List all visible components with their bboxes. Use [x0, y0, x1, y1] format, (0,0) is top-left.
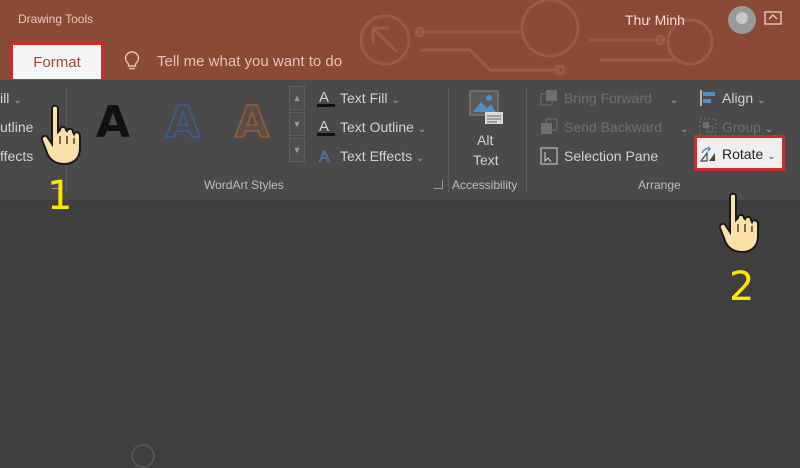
wordart-style-blue-outline[interactable]: A [165, 96, 201, 149]
svg-text:A: A [319, 89, 329, 106]
align-button[interactable]: Align ⌄ [722, 90, 766, 106]
alt-text-button-line1[interactable]: Alt [477, 132, 493, 148]
shape-fill-button[interactable]: ill ⌄ [0, 90, 22, 106]
text-fill-icon: A [317, 89, 335, 107]
lightbulb-icon[interactable] [124, 51, 140, 71]
tell-me-search[interactable]: Tell me what you want to do [157, 53, 342, 70]
align-icon [700, 90, 715, 106]
group-icon [699, 118, 717, 136]
group-divider [448, 88, 449, 192]
wordart-style-black[interactable]: A [96, 97, 130, 148]
text-outline-button[interactable]: Text Outline ⌄ [340, 119, 426, 135]
pointing-hand-icon [40, 104, 81, 166]
group-button[interactable]: Group ⌄ [722, 119, 773, 135]
avatar[interactable] [728, 6, 756, 34]
gallery-down-icon[interactable]: ▼ [289, 112, 305, 136]
text-effects-icon: A [319, 149, 331, 166]
selection-pane-icon [540, 147, 558, 165]
title-bar: Drawing Tools Thư Minh Format Tell me wh… [0, 0, 800, 80]
text-outline-icon: A [317, 118, 335, 136]
canvas-shape [131, 444, 155, 468]
step-number-1: 1 [47, 173, 73, 219]
svg-text:A: A [319, 118, 329, 135]
context-tab-label: Drawing Tools [18, 12, 94, 26]
pointing-hand-icon [718, 192, 759, 254]
wordart-gallery-scroll: ▲ ▼ ▼ [289, 86, 305, 164]
svg-text:A: A [319, 149, 330, 166]
group-divider [526, 88, 527, 192]
shape-effects-button[interactable]: ffects [0, 148, 33, 164]
ribbon-display-options-icon[interactable] [764, 11, 782, 25]
shape-outline-button[interactable]: utline [0, 119, 33, 135]
alt-text-icon [469, 90, 503, 124]
gallery-more-icon[interactable]: ▼ [289, 138, 305, 162]
text-effects-button[interactable]: Text Effects ⌄ [340, 148, 425, 164]
bring-forward-icon [540, 90, 557, 106]
bring-forward-button[interactable]: Bring Forward ⌄ [564, 90, 678, 106]
arrange-group-label: Arrange [638, 178, 681, 192]
selection-pane-button[interactable]: Selection Pane [564, 148, 658, 164]
step-number-2: 2 [729, 264, 755, 310]
send-backward-button[interactable]: Send Backward ⌄ [564, 119, 688, 135]
send-backward-icon [541, 118, 558, 134]
gallery-up-icon[interactable]: ▲ [289, 86, 305, 110]
accessibility-group-label: Accessibility [452, 178, 518, 192]
tab-format[interactable]: Format [10, 42, 104, 80]
ribbon: ill ⌄ utline ffects A A A ▲ ▼ ▼ A Text Fi… [0, 80, 800, 201]
wordart-style-orange-outline[interactable]: A [234, 96, 270, 149]
user-name[interactable]: Thư Minh [625, 12, 685, 28]
rotate-button[interactable]: Rotate ⌄ [694, 135, 785, 171]
rotate-icon [699, 146, 715, 162]
rotate-label: Rotate ⌄ [722, 146, 776, 162]
wordart-launcher-icon[interactable] [434, 180, 443, 189]
alt-text-button-line2[interactable]: Text [473, 152, 499, 168]
wordart-styles-group-label: WordArt Styles [204, 178, 284, 192]
text-fill-button[interactable]: Text Fill ⌄ [340, 90, 400, 106]
